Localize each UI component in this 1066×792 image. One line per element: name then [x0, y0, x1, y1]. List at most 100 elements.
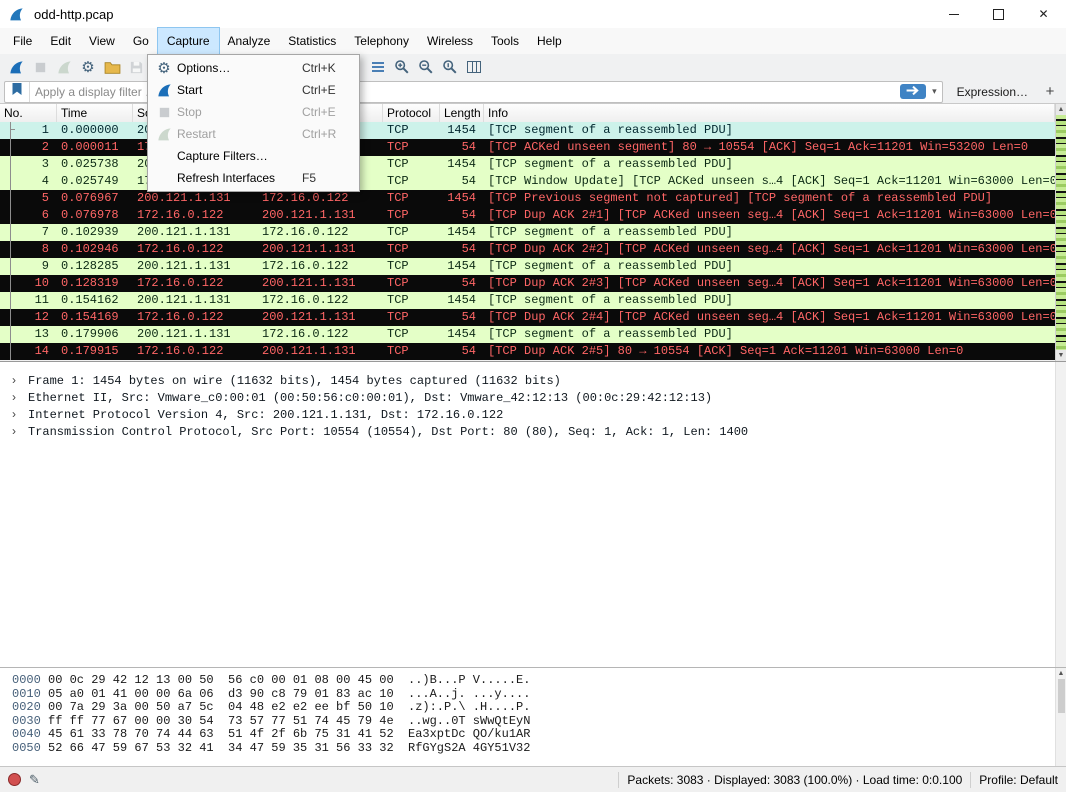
scroll-up-icon[interactable]: ▲	[1056, 668, 1066, 679]
packet-row-9[interactable]: 90.128285200.121.1.131172.16.0.122TCP145…	[0, 258, 1055, 275]
expand-arrow-icon[interactable]: ›	[12, 406, 28, 423]
packet-row-14[interactable]: 140.179915172.16.0.122200.121.1.131TCP54…	[0, 343, 1055, 360]
capture-menu-options[interactable]: ⚙Options…Ctrl+K	[148, 57, 359, 79]
cell-length: 54	[440, 309, 484, 326]
menu-view[interactable]: View	[80, 28, 124, 54]
cell-no: 1	[0, 122, 57, 139]
hex-row[interactable]: 001005 a0 01 41 00 00 6a 06 d3 90 c8 79 …	[0, 688, 1066, 702]
column-header-no[interactable]: No.	[0, 104, 57, 122]
hex-row[interactable]: 000000 0c 29 42 12 13 00 50 56 c0 00 01 …	[0, 674, 1066, 688]
menu-go[interactable]: Go	[124, 28, 158, 54]
close-icon: ✕	[1038, 7, 1048, 21]
packet-row-7[interactable]: 70.102939200.121.1.131172.16.0.122TCP145…	[0, 224, 1055, 241]
packet-list-scrollbar[interactable]: ▲ ▼	[1055, 104, 1066, 361]
apply-filter-button[interactable]	[900, 84, 926, 99]
packet-row-6[interactable]: 60.076978172.16.0.122200.121.1.131TCP54[…	[0, 207, 1055, 224]
hex-row[interactable]: 004045 61 33 78 70 74 44 63 51 4f 2f 6b …	[0, 728, 1066, 742]
packet-row-12[interactable]: 120.154169172.16.0.122200.121.1.131TCP54…	[0, 309, 1055, 326]
capture-menu-start[interactable]: StartCtrl+E	[148, 79, 359, 101]
open-file-button[interactable]	[100, 55, 124, 79]
close-button[interactable]: ✕	[1021, 0, 1066, 28]
detail-row[interactable]: ›Frame 1: 1454 bytes on wire (11632 bits…	[0, 372, 1066, 389]
packet-row-5[interactable]: 50.076967200.121.1.131172.16.0.122TCP145…	[0, 190, 1055, 207]
packet-list-minimap[interactable]	[1056, 115, 1066, 350]
cell-time: 0.076967	[57, 190, 133, 207]
packet-list-layout-button[interactable]	[366, 55, 390, 79]
packet-row-8[interactable]: 80.102946172.16.0.122200.121.1.131TCP54[…	[0, 241, 1055, 258]
scroll-down-icon[interactable]: ▼	[1056, 350, 1066, 361]
filter-bookmark-button[interactable]	[5, 82, 30, 102]
window-title: odd-http.pcap	[34, 7, 931, 22]
column-header-protocol[interactable]: Protocol	[383, 104, 440, 122]
capture-menu-refresh-interfaces[interactable]: Refresh InterfacesF5	[148, 167, 359, 189]
expression-button[interactable]: Expression…	[951, 83, 1034, 101]
column-header-length[interactable]: Length	[440, 104, 484, 122]
menu-analyze[interactable]: Analyze	[219, 28, 280, 54]
menu-file[interactable]: File	[4, 28, 41, 54]
packet-row-13[interactable]: 130.179906200.121.1.131172.16.0.122TCP14…	[0, 326, 1055, 343]
expand-arrow-icon[interactable]: ›	[12, 423, 28, 440]
capture-menu-dropdown: ⚙Options…Ctrl+KStartCtrl+EStopCtrl+ERest…	[147, 54, 360, 192]
cell-time: 0.102939	[57, 224, 133, 241]
hex-row[interactable]: 005052 66 47 59 67 53 32 41 34 47 59 35 …	[0, 742, 1066, 756]
scroll-up-icon[interactable]: ▲	[1056, 104, 1066, 115]
menu-item-label: Stop	[177, 105, 302, 119]
cell-destination: 172.16.0.122	[258, 292, 383, 309]
menu-edit[interactable]: Edit	[41, 28, 80, 54]
display-filter-field[interactable]: ▾	[4, 81, 943, 103]
hex-offset: 0040	[12, 728, 48, 742]
hex-bytes: ff ff 77 67 00 00 30 54 73 57 77 51 74 4…	[48, 715, 408, 729]
cell-time: 0.000000	[57, 122, 133, 139]
detail-row[interactable]: ›Internet Protocol Version 4, Src: 200.1…	[0, 406, 1066, 423]
statusbar-statistics: Packets: 3083 · Displayed: 3083 (100.0%)…	[627, 773, 962, 787]
expand-arrow-icon[interactable]: ›	[12, 372, 28, 389]
zoom-in-button[interactable]	[390, 55, 414, 79]
restart-icon	[151, 126, 177, 143]
filter-history-caret-icon[interactable]: ▾	[927, 86, 942, 97]
packet-row-11[interactable]: 110.154162200.121.1.131172.16.0.122TCP14…	[0, 292, 1055, 309]
related-packets-first-mark	[10, 129, 15, 130]
hex-offset: 0020	[12, 701, 48, 715]
menu-telephony[interactable]: Telephony	[345, 28, 418, 54]
column-header-info[interactable]: Info	[484, 104, 1055, 122]
bytes-scrollbar[interactable]: ▲	[1055, 668, 1066, 766]
details-scrollbar[interactable]	[1055, 362, 1066, 667]
expert-info-icon[interactable]	[8, 773, 21, 786]
capture-menu-capture-filters[interactable]: Capture Filters…	[148, 145, 359, 167]
column-header-time[interactable]: Time	[57, 104, 133, 122]
start-capture-button[interactable]	[4, 55, 28, 79]
minimize-button[interactable]	[931, 0, 976, 28]
statusbar-profile[interactable]: Profile: Default	[979, 773, 1058, 787]
cell-length: 1454	[440, 292, 484, 309]
capture-options-button[interactable]: ⚙	[76, 55, 100, 79]
expand-arrow-icon[interactable]: ›	[12, 389, 28, 406]
cell-info: [TCP segment of a reassembled PDU]	[484, 292, 1055, 309]
detail-text: Frame 1: 1454 bytes on wire (11632 bits)…	[28, 374, 561, 388]
maximize-button[interactable]	[976, 0, 1021, 28]
zoom-out-button[interactable]	[414, 55, 438, 79]
detail-row[interactable]: ›Ethernet II, Src: Vmware_c0:00:01 (00:5…	[0, 389, 1066, 406]
hex-row[interactable]: 002000 7a 29 3a 00 50 a7 5c 04 48 e2 e2 …	[0, 701, 1066, 715]
cell-protocol: TCP	[383, 156, 440, 173]
menu-item-label: Restart	[177, 127, 302, 141]
menu-statistics[interactable]: Statistics	[279, 28, 345, 54]
menu-wireless[interactable]: Wireless	[418, 28, 482, 54]
scrollbar-thumb[interactable]	[1058, 679, 1065, 713]
cell-info: [TCP Previous segment not captured] [TCP…	[484, 190, 1055, 207]
add-filter-button[interactable]: +	[1040, 83, 1060, 100]
resize-columns-button[interactable]	[462, 55, 486, 79]
hex-row[interactable]: 0030ff ff 77 67 00 00 30 54 73 57 77 51 …	[0, 715, 1066, 729]
packet-row-10[interactable]: 100.128319172.16.0.122200.121.1.131TCP54…	[0, 275, 1055, 292]
cell-length: 54	[440, 173, 484, 190]
cell-info: [TCP segment of a reassembled PDU]	[484, 122, 1055, 139]
cell-protocol: TCP	[383, 224, 440, 241]
detail-row[interactable]: ›Transmission Control Protocol, Src Port…	[0, 423, 1066, 440]
capture-comment-icon[interactable]: ✎	[29, 772, 40, 788]
menu-help[interactable]: Help	[528, 28, 571, 54]
zoom-original-button[interactable]	[438, 55, 462, 79]
menu-capture[interactable]: Capture	[158, 28, 219, 54]
menu-item-shortcut: F5	[302, 171, 356, 185]
wireshark-logo-icon	[8, 5, 26, 23]
menu-tools[interactable]: Tools	[482, 28, 528, 54]
menu-item-label: Options…	[177, 61, 302, 75]
